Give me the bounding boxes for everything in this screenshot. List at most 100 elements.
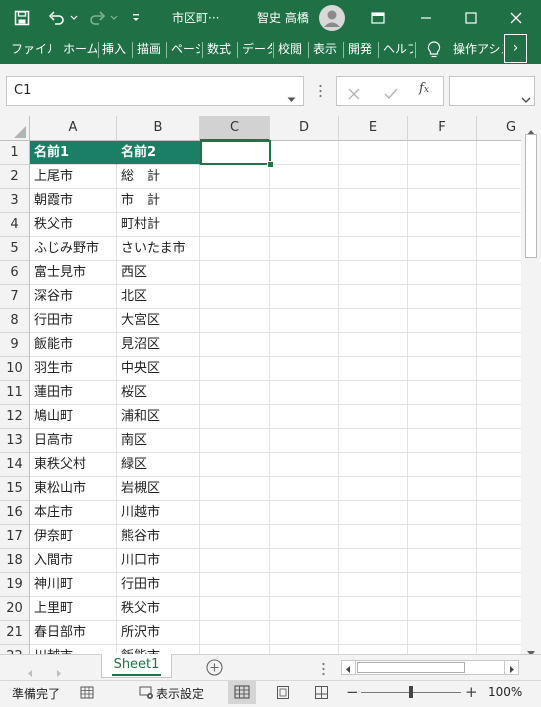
redo-icon[interactable] (88, 0, 106, 35)
cell-a10[interactable]: 羽生市 (30, 357, 117, 381)
row-header[interactable]: 1 (0, 141, 30, 165)
column-header-g[interactable]: G (477, 116, 521, 141)
row-header[interactable]: 8 (0, 309, 30, 333)
display-settings-icon[interactable] (139, 685, 154, 703)
cell-d13[interactable] (270, 429, 339, 453)
cell-c20[interactable] (200, 597, 270, 621)
row-header[interactable]: 5 (0, 237, 30, 261)
cell-c11[interactable] (200, 381, 270, 405)
cell-b6[interactable]: 西区 (117, 261, 200, 285)
cell-c2[interactable] (200, 165, 270, 189)
row-header[interactable]: 7 (0, 285, 30, 309)
cell-a6[interactable]: 富士見市 (30, 261, 117, 285)
tab-draw[interactable]: 描画 (137, 35, 165, 64)
cell-f14[interactable] (408, 453, 477, 477)
cell-b11[interactable]: 桜区 (117, 381, 200, 405)
row-header[interactable]: 6 (0, 261, 30, 285)
row-header[interactable]: 13 (0, 429, 30, 453)
cell-f22[interactable] (408, 645, 477, 654)
cell-f13[interactable] (408, 429, 477, 453)
cell-f4[interactable] (408, 213, 477, 237)
cell-b21[interactable]: 所沢市 (117, 621, 200, 645)
undo-dropdown-icon[interactable] (70, 0, 78, 35)
cell-e4[interactable] (339, 213, 408, 237)
cell-f15[interactable] (408, 477, 477, 501)
cell-f21[interactable] (408, 621, 477, 645)
cell-b1[interactable]: 名前2 (117, 141, 200, 165)
scroll-right-button[interactable] (504, 661, 518, 674)
cell-a8[interactable]: 行田市 (30, 309, 117, 333)
cell-c22[interactable] (200, 645, 270, 654)
cell-g2[interactable] (477, 165, 521, 189)
cell-c13[interactable] (200, 429, 270, 453)
cell-e20[interactable] (339, 597, 408, 621)
tab-split-grip-icon[interactable] (322, 661, 325, 680)
cell-d16[interactable] (270, 501, 339, 525)
cell-a7[interactable]: 深谷市 (30, 285, 117, 309)
cell-d22[interactable] (270, 645, 339, 654)
undo-icon[interactable] (48, 0, 66, 35)
cell-c10[interactable] (200, 357, 270, 381)
cell-g14[interactable] (477, 453, 521, 477)
column-header-f[interactable]: F (408, 116, 477, 141)
ribbon-display-options-icon[interactable] (371, 0, 385, 35)
cell-e14[interactable] (339, 453, 408, 477)
cell-g20[interactable] (477, 597, 521, 621)
row-header[interactable]: 9 (0, 333, 30, 357)
cell-d17[interactable] (270, 525, 339, 549)
row-header[interactable]: 20 (0, 597, 30, 621)
cell-d14[interactable] (270, 453, 339, 477)
zoom-out-button[interactable]: − (346, 683, 359, 701)
cell-f7[interactable] (408, 285, 477, 309)
cell-a5[interactable]: ふじみ野市 (30, 237, 117, 261)
cell-e9[interactable] (339, 333, 408, 357)
cell-f17[interactable] (408, 525, 477, 549)
cell-g8[interactable] (477, 309, 521, 333)
cell-f16[interactable] (408, 501, 477, 525)
cell-g11[interactable] (477, 381, 521, 405)
cell-b4[interactable]: 町村計 (117, 213, 200, 237)
cell-e1[interactable] (339, 141, 408, 165)
cell-a14[interactable]: 東秩父村 (30, 453, 117, 477)
cell-a19[interactable]: 神川町 (30, 573, 117, 597)
name-box[interactable]: C1 (6, 76, 304, 106)
horizontal-scroll-thumb[interactable] (357, 662, 465, 673)
avatar[interactable] (319, 0, 345, 35)
cell-c16[interactable] (200, 501, 270, 525)
cell-g9[interactable] (477, 333, 521, 357)
worksheet-grid[interactable]: A B C D E F G 1 名前1 名前2 2 上尾市総 計 3 朝霞市市 計 4 秩父市町… (0, 116, 521, 654)
cell-f20[interactable] (408, 597, 477, 621)
cell-c9[interactable] (200, 333, 270, 357)
tab-review[interactable]: 校閲 (278, 35, 306, 64)
cell-f9[interactable] (408, 333, 477, 357)
row-header[interactable]: 10 (0, 357, 30, 381)
column-header-e[interactable]: E (339, 116, 408, 141)
cell-a13[interactable]: 日高市 (30, 429, 117, 453)
zoom-level[interactable]: 100% (488, 685, 522, 699)
cell-d11[interactable] (270, 381, 339, 405)
lightbulb-icon[interactable] (427, 41, 441, 61)
cell-e19[interactable] (339, 573, 408, 597)
cell-e3[interactable] (339, 189, 408, 213)
row-header[interactable]: 15 (0, 477, 30, 501)
row-header[interactable]: 22 (0, 645, 30, 654)
cell-d3[interactable] (270, 189, 339, 213)
cell-f2[interactable] (408, 165, 477, 189)
cell-g12[interactable] (477, 405, 521, 429)
normal-view-button[interactable] (228, 681, 256, 704)
cell-f8[interactable] (408, 309, 477, 333)
cell-d8[interactable] (270, 309, 339, 333)
cell-d12[interactable] (270, 405, 339, 429)
cell-c14[interactable] (200, 453, 270, 477)
tab-formulas[interactable]: 数式 (207, 35, 235, 64)
cell-e8[interactable] (339, 309, 408, 333)
cell-e5[interactable] (339, 237, 408, 261)
fill-handle[interactable] (267, 161, 274, 168)
tab-page-layout[interactable]: ページ (171, 35, 200, 64)
tab-help[interactable]: ヘルプ (383, 35, 413, 64)
cell-e10[interactable] (339, 357, 408, 381)
cell-f12[interactable] (408, 405, 477, 429)
column-header-d[interactable]: D (270, 116, 339, 141)
cell-a22[interactable]: 川越市 (30, 645, 117, 654)
cell-c17[interactable] (200, 525, 270, 549)
